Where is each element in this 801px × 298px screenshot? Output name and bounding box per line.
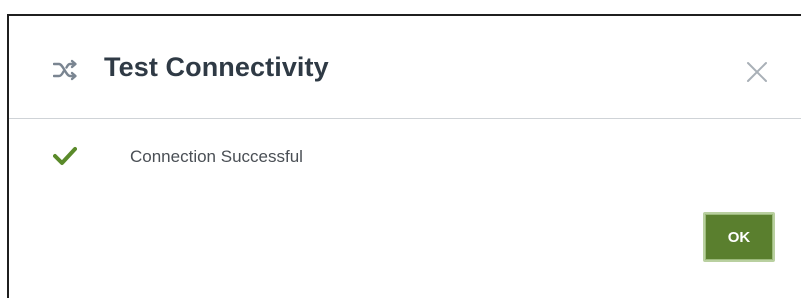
close-icon bbox=[745, 62, 769, 88]
status-row: Connection Successful bbox=[9, 120, 801, 200]
test-connectivity-dialog: Test Connectivity Connection Successful … bbox=[7, 14, 801, 298]
status-message: Connection Successful bbox=[130, 147, 303, 166]
screen: Test Connectivity Connection Successful … bbox=[0, 0, 801, 298]
close-button[interactable] bbox=[745, 60, 769, 84]
dialog-header: Test Connectivity bbox=[9, 16, 801, 119]
checkmark-icon bbox=[53, 146, 77, 166]
dialog-title: Test Connectivity bbox=[104, 52, 329, 82]
ok-button[interactable]: OK bbox=[703, 212, 775, 262]
shuffle-icon bbox=[52, 59, 79, 81]
